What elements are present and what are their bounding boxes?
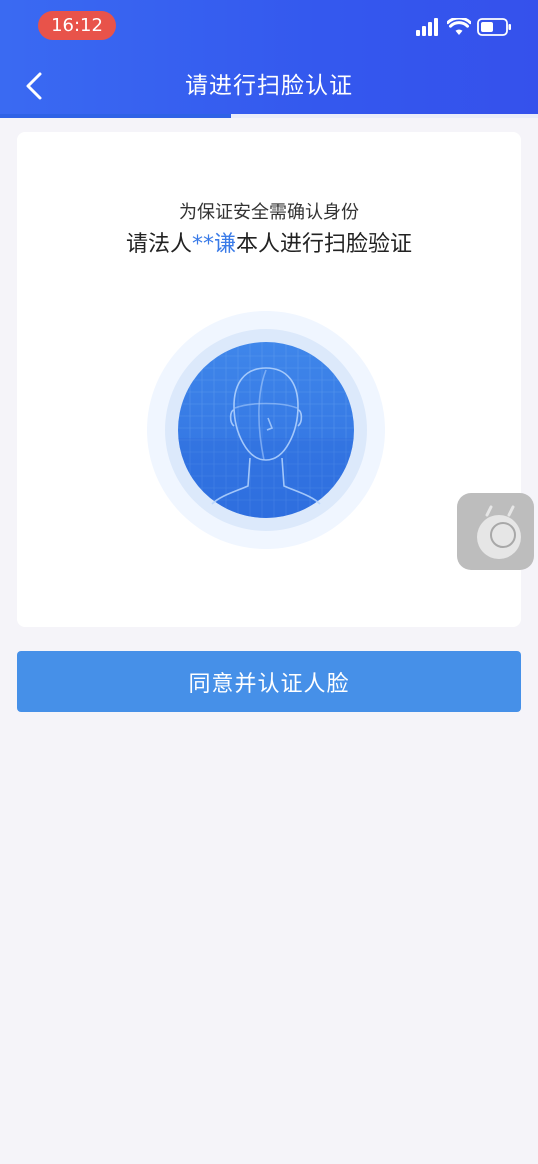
progress-track bbox=[0, 114, 538, 118]
status-time: 16:12 bbox=[38, 11, 116, 40]
battery-icon bbox=[477, 18, 511, 36]
page-title: 请进行扫脸认证 bbox=[185, 73, 353, 99]
header-bar: 16:12 请进行扫脸认证 bbox=[0, 0, 538, 118]
wifi-icon bbox=[447, 18, 471, 35]
card-subtitle: 为保证安全需确认身份 bbox=[179, 202, 359, 223]
main-text-prefix: 请法人 bbox=[125, 232, 192, 257]
status-icons bbox=[416, 18, 512, 40]
progress-fill bbox=[0, 114, 232, 118]
floating-assistant-button[interactable] bbox=[457, 493, 534, 570]
signal-icon bbox=[416, 18, 438, 36]
verification-card: 为保证安全需确认身份 请法人**谦本人进行扫脸验证 bbox=[17, 132, 521, 627]
legal-person-name: **谦 bbox=[191, 232, 236, 257]
agree-and-verify-button[interactable]: 同意并认证人脸 bbox=[17, 651, 521, 712]
main-text-suffix: 本人进行扫脸验证 bbox=[236, 232, 413, 257]
card-main-text: 请法人**谦本人进行扫脸验证 bbox=[17, 230, 521, 260]
face-scan-icon bbox=[147, 311, 385, 549]
floating-assistant-icon bbox=[477, 505, 521, 559]
